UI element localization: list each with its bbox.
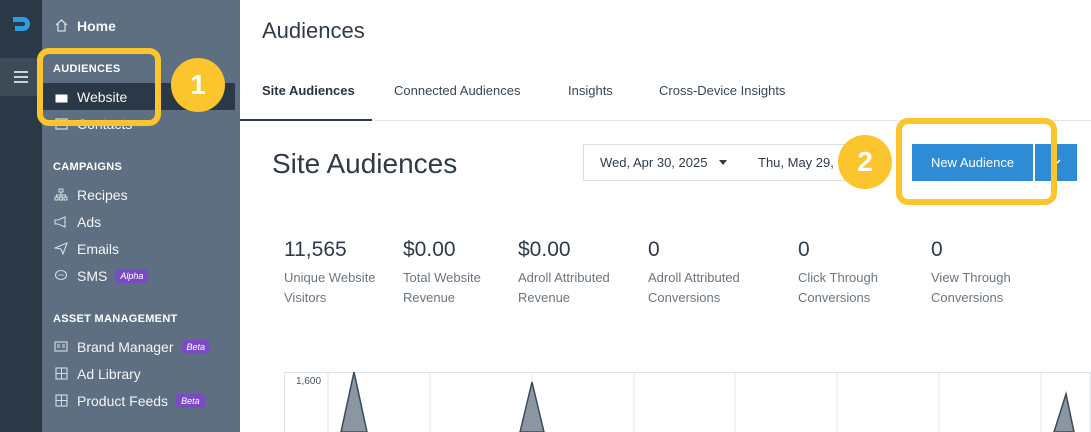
area-peak xyxy=(519,381,545,432)
id-card-icon xyxy=(53,339,69,355)
stat-label: Total Website Revenue xyxy=(403,270,481,305)
stat-view-through: 0 View Through Conversions xyxy=(931,238,1011,308)
sidebar-item-ads[interactable]: Ads xyxy=(42,208,101,235)
highlight-box xyxy=(896,118,1057,205)
chat-bubble-icon xyxy=(53,268,69,284)
sidebar-item-product-feeds[interactable]: Product Feeds Beta xyxy=(42,387,205,414)
paper-plane-icon xyxy=(53,241,69,257)
sidebar-item-label: Product Feeds xyxy=(77,392,169,409)
tab-site-audiences[interactable]: Site Audiences xyxy=(262,83,355,98)
stat-unique-visitors: 11,565 Unique Website Visitors xyxy=(284,238,376,308)
feed-grid-icon xyxy=(53,393,69,409)
stat-value: 11,565 xyxy=(284,238,347,261)
chart-frame xyxy=(284,372,1091,432)
tab-connected-audiences[interactable]: Connected Audiences xyxy=(394,83,520,98)
tab-bar: Site Audiences Connected Audiences Insig… xyxy=(240,70,1091,121)
area-peak xyxy=(340,372,368,432)
sidebar-item-label: SMS xyxy=(77,267,108,284)
stat-value: 0 xyxy=(648,238,660,261)
beta-badge: Beta xyxy=(176,393,205,408)
stat-label: View Through Conversions xyxy=(931,270,1011,305)
sidebar-item-recipes[interactable]: Recipes xyxy=(42,181,128,208)
stat-attributed-revenue: $0.00 Adroll Attributed Revenue xyxy=(518,238,610,308)
sidebar-item-ad-library[interactable]: Ad Library xyxy=(42,360,141,387)
stat-label: Click Through Conversions xyxy=(798,270,878,305)
stat-total-revenue: $0.00 Total Website Revenue xyxy=(403,238,481,308)
highlight-box xyxy=(37,48,161,126)
beta-badge: Beta xyxy=(181,339,211,354)
stat-value: $0.00 xyxy=(518,238,571,261)
sidebar-item-label: Emails xyxy=(77,240,120,257)
sidebar-item-label: Ads xyxy=(77,213,102,230)
sidebar-item-home[interactable]: Home xyxy=(42,12,116,39)
megaphone-icon xyxy=(53,214,69,230)
menu-toggle-button[interactable] xyxy=(0,58,42,96)
stat-value: $0.00 xyxy=(403,238,456,261)
start-date-picker[interactable]: Wed, Apr 30, 2025 xyxy=(583,144,743,181)
sidebar-item-brand-manager[interactable]: Brand Manager Beta xyxy=(42,333,211,360)
sidebar-item-emails[interactable]: Emails xyxy=(42,235,119,262)
sitemap-icon xyxy=(53,187,69,203)
tab-insights[interactable]: Insights xyxy=(568,83,613,98)
stat-click-through: 0 Click Through Conversions xyxy=(798,238,878,308)
start-date-value: Wed, Apr 30, 2025 xyxy=(600,155,708,170)
home-icon xyxy=(53,18,69,34)
sidebar-item-sms[interactable]: SMS Alpha xyxy=(42,262,149,289)
grid-icon xyxy=(53,366,69,382)
stat-value: 0 xyxy=(798,238,810,261)
stat-label: Unique Website Visitors xyxy=(284,270,376,305)
end-date-value: Thu, May 29, xyxy=(758,155,834,170)
step-number-badge: 2 xyxy=(838,135,892,189)
tab-cross-device-insights[interactable]: Cross-Device Insights xyxy=(659,83,785,98)
alpha-badge: Alpha xyxy=(115,268,149,283)
sidebar-item-label: Home xyxy=(77,17,116,34)
visitors-chart xyxy=(284,372,1091,432)
active-tab-indicator xyxy=(240,119,372,121)
adroll-logo-icon[interactable] xyxy=(9,13,33,37)
app-rail xyxy=(0,0,42,432)
sidebar-item-label: Brand Manager xyxy=(77,338,174,355)
stat-value: 0 xyxy=(931,238,943,261)
hamburger-icon xyxy=(14,71,28,83)
area-peak xyxy=(1053,391,1075,432)
section-heading-asset-management: ASSET MANAGEMENT xyxy=(53,313,178,325)
chevron-down-icon xyxy=(719,160,728,165)
sidebar-item-label: Recipes xyxy=(77,186,128,203)
section-heading-campaigns: CAMPAIGNS xyxy=(53,161,123,173)
stat-attributed-conversions: 0 Adroll Attributed Conversions xyxy=(648,238,740,308)
sidebar-item-label: Ad Library xyxy=(77,365,141,382)
step-number-badge: 1 xyxy=(171,58,225,112)
page-title: Audiences xyxy=(262,18,365,43)
section-title: Site Audiences xyxy=(272,148,458,179)
stat-label: Adroll Attributed Revenue xyxy=(518,270,610,305)
stat-label: Adroll Attributed Conversions xyxy=(648,270,740,305)
